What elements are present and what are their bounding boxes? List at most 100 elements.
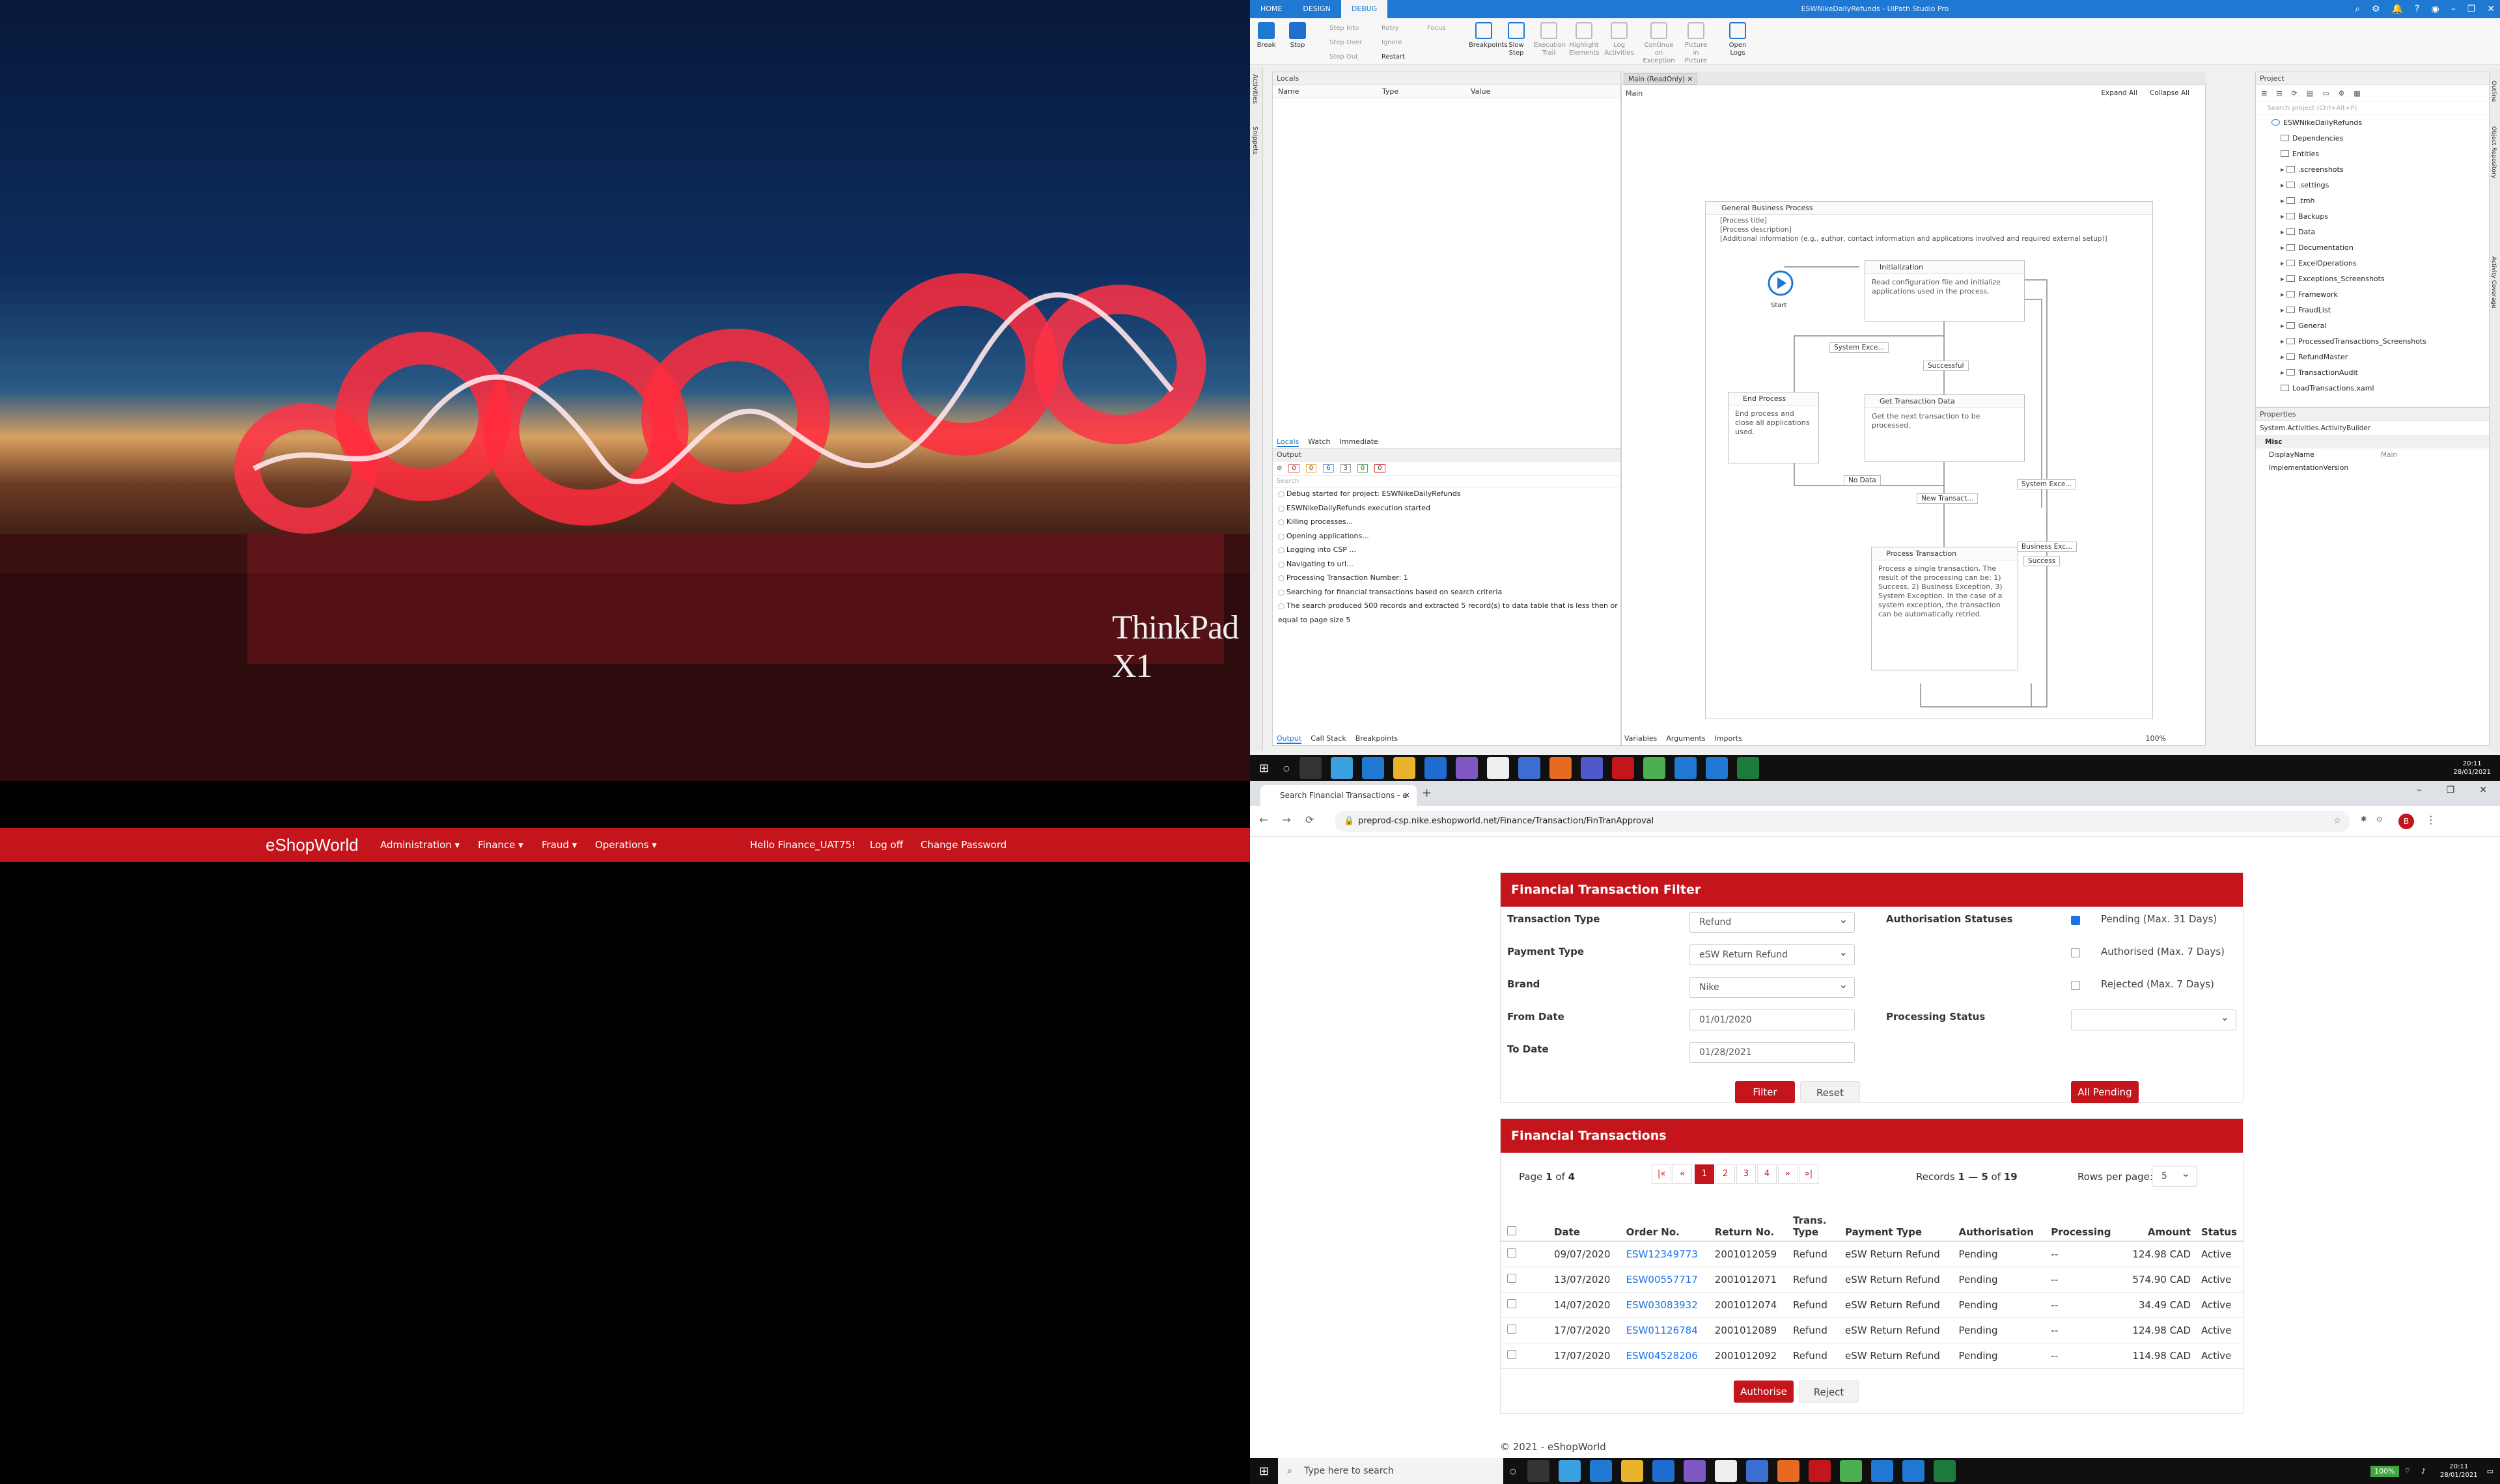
processing-status-select[interactable]	[2071, 1008, 2236, 1030]
process-transaction-node[interactable]: Process Transaction Process a single tra…	[1871, 547, 2018, 670]
pager-page-1[interactable]: 1	[1695, 1164, 1714, 1184]
side-tab-object-repository[interactable]: Object Repository	[2490, 126, 2497, 178]
menu-fraud[interactable]: Fraud ▾	[542, 828, 577, 862]
notepad-icon[interactable]	[1643, 757, 1665, 779]
extensions-icon[interactable]: ✱	[2361, 815, 2367, 823]
restore-icon[interactable]: ❐	[2447, 785, 2455, 795]
network-icon[interactable]: ⌔	[2404, 1466, 2411, 1476]
row-checkbox[interactable]	[1507, 1324, 1516, 1334]
search-icon[interactable]: ○	[1283, 764, 1290, 773]
filter-verbose[interactable]: 0	[1357, 464, 1368, 473]
tab-call-stack[interactable]: Call Stack	[1311, 734, 1346, 744]
ignore-button[interactable]: Ignore	[1382, 39, 1402, 47]
table-row[interactable]: 09/07/2020 ESW12349773 2001012059 Refund eSW…	[1501, 1241, 2244, 1267]
zoom-level[interactable]: 100%	[2146, 734, 2166, 743]
pager-page-3[interactable]: 3	[1736, 1164, 1756, 1184]
uipath-studio-icon[interactable]	[1705, 757, 1728, 779]
all-pending-button[interactable]: All Pending	[2071, 1081, 2139, 1103]
project-tree-item[interactable]: Documentation	[2281, 240, 2489, 256]
project-tree-item[interactable]: Backups	[2281, 209, 2489, 225]
col-date[interactable]: Date	[1549, 1203, 1621, 1242]
col-amount[interactable]: Amount	[2122, 1203, 2196, 1242]
project-tree-item[interactable]: TransactionAudit	[2281, 365, 2489, 381]
tab-variables[interactable]: Variables	[1624, 734, 1657, 743]
minimize-icon[interactable]: –	[2417, 785, 2422, 795]
tab-imports[interactable]: Imports	[1715, 734, 1742, 743]
edge-icon[interactable]	[1558, 1460, 1581, 1482]
restore-icon[interactable]: ❐	[2467, 4, 2476, 14]
get-transaction-data-node[interactable]: Get Transaction Data Get the next transa…	[1865, 394, 2025, 462]
log-activities-button[interactable]: Log Activities	[1604, 22, 1634, 57]
ie-icon[interactable]	[1745, 1460, 1768, 1482]
search-icon[interactable]: ⌕	[2355, 4, 2360, 14]
slow-step-button[interactable]: Slow Step	[1501, 22, 1531, 57]
designer-tab-main[interactable]: Main (ReadOnly) ✕	[1624, 73, 1698, 85]
bookmark-star-icon[interactable]: ☆	[2333, 811, 2341, 832]
pager-prev[interactable]: «	[1673, 1164, 1692, 1184]
close-tab-icon[interactable]: ✕	[1687, 76, 1693, 83]
back-icon[interactable]: ←	[1259, 814, 1268, 826]
open-logs-button[interactable]: Open Logs	[1723, 22, 1753, 57]
transaction-type-select[interactable]: Refund	[1689, 910, 1855, 933]
table-row[interactable]: 17/07/2020 ESW01126784 2001012089 Refund eSW…	[1501, 1317, 2244, 1343]
eshopworld-logo[interactable]: eShopWorld	[266, 828, 359, 862]
windows-start-icon[interactable]: ⊞	[1259, 762, 1269, 775]
execution-trail-button[interactable]: Execution Trail	[1534, 22, 1566, 57]
expand-all-button[interactable]: Expand All	[2101, 89, 2137, 97]
output-search-input[interactable]: Search	[1273, 476, 1620, 488]
picture-in-picture-button[interactable]: Picture in Picture	[1681, 22, 1711, 65]
tab-debug[interactable]: DEBUG	[1340, 0, 1388, 18]
taskbar-search-box[interactable]: ⌕ Type here to search	[1278, 1458, 1504, 1484]
table-row[interactable]: 14/07/2020 ESW03083932 2001012074 Refund eSW…	[1501, 1292, 2244, 1318]
filter-info[interactable]: 6	[1323, 464, 1334, 473]
select-all-checkbox[interactable]	[1507, 1226, 1516, 1235]
outlook-icon[interactable]	[1652, 1460, 1674, 1482]
close-icon[interactable]: ✕	[2479, 785, 2487, 795]
project-tree-item[interactable]: General	[2281, 318, 2489, 334]
authorise-button[interactable]: Authorise	[1734, 1381, 1794, 1403]
side-tab-activities[interactable]: Activities	[1251, 74, 1258, 104]
menu-icon[interactable]: ⋮	[2426, 814, 2436, 826]
table-row[interactable]: 13/07/2020 ESW00557717 2001012071 Refund eSW…	[1501, 1267, 2244, 1293]
chrome-icon[interactable]	[1486, 757, 1509, 779]
uipath-icon[interactable]	[1361, 757, 1384, 779]
uipath-studio-icon[interactable]	[1902, 1460, 1924, 1482]
expand-icon[interactable]: ⊞	[2261, 89, 2267, 98]
excel-icon[interactable]	[1736, 757, 1759, 779]
pager-page-2[interactable]: 2	[1715, 1164, 1735, 1184]
property-row[interactable]: DisplayName Main	[2256, 448, 2489, 461]
forward-icon[interactable]: →	[1282, 814, 1290, 826]
step-over-button[interactable]: Step Over	[1329, 39, 1362, 47]
app-icon[interactable]	[1611, 757, 1634, 779]
project-tree-item[interactable]: RefundMaster	[2281, 350, 2489, 365]
excel-icon[interactable]	[1933, 1460, 1956, 1482]
payment-type-select[interactable]: eSW Return Refund	[1689, 942, 1855, 965]
authorised-checkbox[interactable]	[2071, 948, 2080, 957]
battery-indicator[interactable]: 100%	[2370, 1465, 2399, 1477]
firefox-icon[interactable]	[1549, 757, 1572, 779]
windows-start-icon[interactable]: ⊞	[1259, 1464, 1269, 1478]
pager-first[interactable]: |«	[1652, 1164, 1671, 1184]
col-return-no[interactable]: Return No.	[1709, 1203, 1788, 1242]
pager-next[interactable]: »	[1778, 1164, 1798, 1184]
brand-select[interactable]: Nike	[1689, 975, 1855, 998]
explorer-icon[interactable]	[1620, 1460, 1643, 1482]
visual-studio-icon[interactable]	[1455, 757, 1478, 779]
filter-trace[interactable]: 3	[1340, 464, 1351, 473]
col-trans-type[interactable]: Trans. Type	[1788, 1203, 1840, 1242]
project-search-input[interactable]: Search project (Ctrl+Alt+P)	[2256, 102, 2489, 115]
edge-icon[interactable]	[1330, 757, 1353, 779]
order-link[interactable]: ESW01126784	[1626, 1325, 1698, 1336]
table-row[interactable]: 17/07/2020 ESW04528206 2001012092 Refund eSW…	[1501, 1343, 2244, 1369]
project-tree-item[interactable]: Dependencies	[2281, 131, 2489, 146]
filter-fatal[interactable]: 0	[1374, 464, 1385, 473]
pending-checkbox[interactable]	[2071, 916, 2080, 925]
project-tree-item[interactable]: FraudList	[2281, 303, 2489, 318]
ie-icon[interactable]	[1518, 757, 1540, 779]
continue-on-exception-button[interactable]: Continue on Exception	[1639, 22, 1678, 65]
pager-last[interactable]: »|	[1799, 1164, 1818, 1184]
reject-button[interactable]: Reject	[1799, 1381, 1859, 1403]
collapse-all-button[interactable]: Collapse All	[2150, 89, 2189, 97]
url-field[interactable]: 🔒 preprod-csp.nike.eshopworld.net/Financ…	[1335, 811, 2350, 832]
close-tab-icon[interactable]: ✕	[1404, 785, 1410, 806]
